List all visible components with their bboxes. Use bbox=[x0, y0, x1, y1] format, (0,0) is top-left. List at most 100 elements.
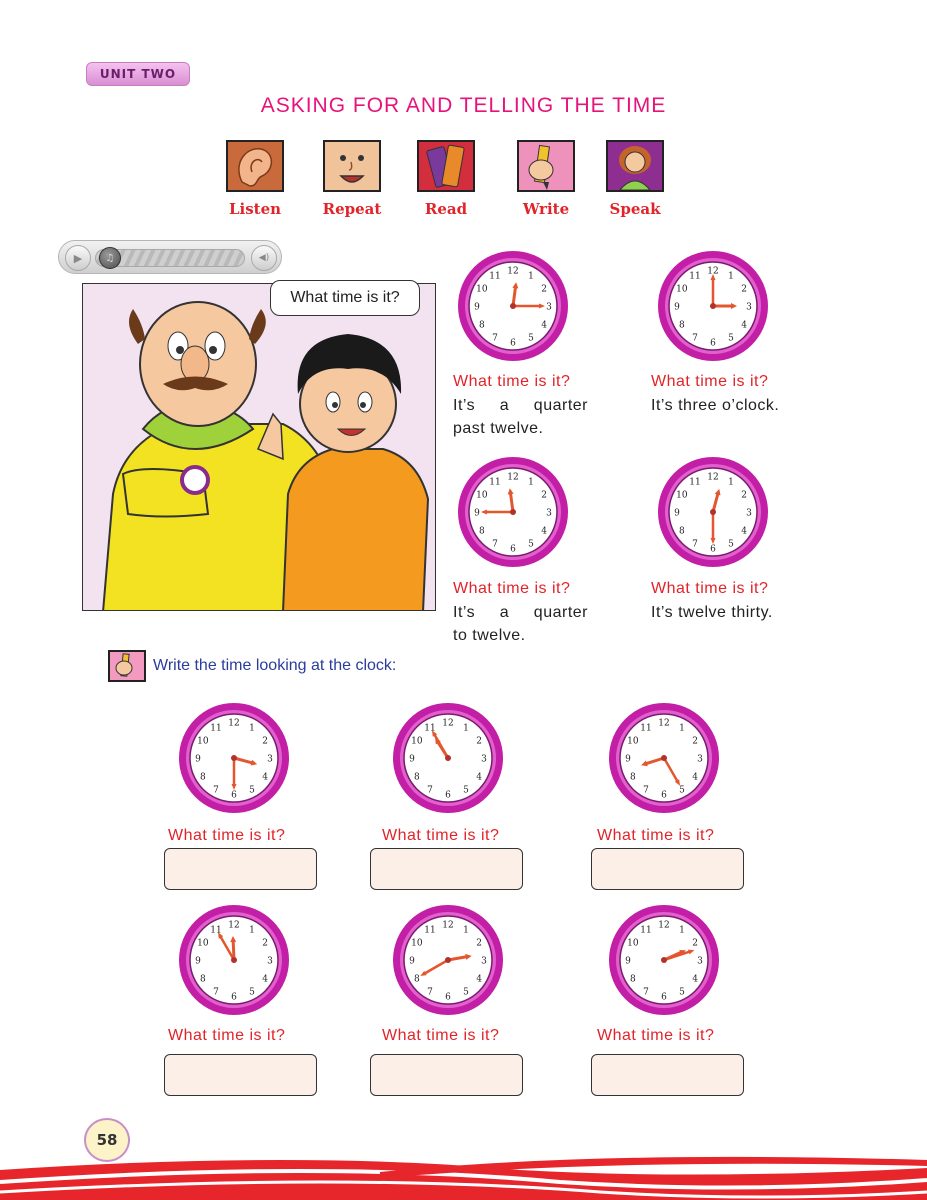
skill-speak: Speak bbox=[595, 140, 675, 218]
clock-numeral: 9 bbox=[625, 957, 631, 967]
clock-numeral: 3 bbox=[697, 755, 703, 765]
clock-numeral: 4 bbox=[262, 975, 268, 985]
exercise-question: What time is it? bbox=[168, 827, 286, 844]
clock-numeral: 5 bbox=[679, 786, 685, 796]
clock-numeral: 3 bbox=[546, 509, 552, 519]
clock-numeral: 3 bbox=[267, 957, 273, 967]
clock-center bbox=[661, 957, 667, 963]
clock-numeral: 6 bbox=[710, 339, 716, 349]
clock-numeral: 5 bbox=[463, 988, 469, 998]
exercise-clock-2: 1234567891011 12 bbox=[393, 703, 503, 813]
answer-box-5[interactable] bbox=[370, 1054, 523, 1096]
clock-numeral: 5 bbox=[528, 540, 534, 550]
clock-numeral: 9 bbox=[195, 957, 201, 967]
clock-numeral: 1 bbox=[463, 723, 469, 733]
clock-numeral: 3 bbox=[267, 755, 273, 765]
clock-numeral: 3 bbox=[481, 755, 487, 765]
talking-face-icon bbox=[323, 140, 381, 192]
clock-numeral: 5 bbox=[249, 988, 255, 998]
clock-numeral: 7 bbox=[213, 988, 219, 998]
clock-numeral: 6 bbox=[445, 993, 451, 1003]
clock-center bbox=[231, 957, 237, 963]
clock-numeral: 8 bbox=[630, 975, 636, 985]
clock-numeral: 9 bbox=[674, 303, 680, 313]
answer-box-2[interactable] bbox=[370, 848, 523, 890]
clock-numeral: 5 bbox=[679, 988, 685, 998]
answer-box-4[interactable] bbox=[164, 1054, 317, 1096]
volume-button[interactable]: ◀) bbox=[251, 245, 277, 271]
clock-numeral: 9 bbox=[474, 303, 480, 313]
clock-numeral: 1 bbox=[728, 271, 734, 281]
clock-numeral: 8 bbox=[479, 321, 485, 331]
example-clock-3: 1234567891011 12 bbox=[458, 457, 568, 567]
skill-label: Repeat bbox=[322, 200, 382, 218]
clock-center bbox=[510, 509, 516, 515]
books-icon bbox=[417, 140, 475, 192]
exercise-clock-3: 1234567891011 12 bbox=[609, 703, 719, 813]
clock-numeral: 2 bbox=[476, 737, 482, 747]
clock-numeral: 2 bbox=[262, 939, 268, 949]
music-note-icon: ♫ bbox=[105, 252, 115, 264]
clock-numeral: 1 bbox=[249, 925, 255, 935]
clock-numeral: 7 bbox=[427, 786, 433, 796]
play-button[interactable]: ▶ bbox=[65, 245, 91, 271]
skill-label: Write bbox=[522, 200, 570, 218]
clock-numeral: 10 bbox=[411, 939, 423, 949]
example-clock-2: 1234567891011 12 bbox=[658, 251, 768, 361]
clock-numeral: 11 bbox=[689, 271, 700, 281]
example-question: What time is it? bbox=[453, 373, 571, 390]
exercise-clock-4: 1234567891011 12 bbox=[179, 905, 289, 1015]
clock-numeral: 7 bbox=[692, 334, 698, 344]
clock-center bbox=[231, 755, 237, 761]
clock-numeral: 10 bbox=[676, 285, 688, 295]
audio-progress-knob[interactable]: ♫ bbox=[99, 247, 121, 269]
example-answer: It’s three o’clock. bbox=[651, 397, 780, 414]
clock-center bbox=[710, 303, 716, 309]
clock-numeral: 10 bbox=[627, 939, 639, 949]
clock-numeral: 8 bbox=[414, 773, 420, 783]
clock-numeral: 7 bbox=[427, 988, 433, 998]
clock-numeral: 10 bbox=[476, 285, 488, 295]
volume-icon: ◀) bbox=[258, 253, 270, 263]
exercise-question: What time is it? bbox=[382, 827, 500, 844]
ear-icon bbox=[226, 140, 284, 192]
clock-numeral: 12 bbox=[228, 719, 239, 729]
clock-numeral: 7 bbox=[213, 786, 219, 796]
clock-center bbox=[661, 755, 667, 761]
skill-label: Listen bbox=[228, 200, 282, 218]
clock-numeral: 9 bbox=[625, 755, 631, 765]
clock-numeral: 2 bbox=[692, 737, 698, 747]
clock-center bbox=[710, 509, 716, 515]
answer-box-1[interactable] bbox=[164, 848, 317, 890]
example-answer: It’s twelve thirty. bbox=[651, 604, 773, 621]
clock-numeral: 8 bbox=[679, 321, 685, 331]
clock-numeral: 6 bbox=[231, 993, 237, 1003]
clock-numeral: 10 bbox=[197, 737, 209, 747]
clock-numeral: 6 bbox=[510, 339, 516, 349]
clock-numeral: 8 bbox=[630, 773, 636, 783]
clock-numeral: 1 bbox=[528, 477, 534, 487]
answer-box-6[interactable] bbox=[591, 1054, 744, 1096]
skill-write: Write bbox=[506, 140, 586, 218]
clock-numeral: 2 bbox=[541, 491, 547, 501]
clock-numeral: 4 bbox=[262, 773, 268, 783]
clock-numeral: 9 bbox=[674, 509, 680, 519]
skill-read: Read bbox=[406, 140, 486, 218]
clock-numeral: 12 bbox=[228, 921, 239, 931]
clock-numeral: 12 bbox=[442, 719, 453, 729]
example-answer-cont: to twelve. bbox=[453, 627, 526, 644]
clock-numeral: 10 bbox=[676, 491, 688, 501]
clock-numeral: 8 bbox=[414, 975, 420, 985]
clock-numeral: 3 bbox=[746, 303, 752, 313]
clock-numeral: 11 bbox=[489, 271, 500, 281]
clock-numeral: 2 bbox=[741, 491, 747, 501]
clock-numeral: 3 bbox=[746, 509, 752, 519]
example-question: What time is it? bbox=[453, 580, 571, 597]
speech-bubble: What time is it? bbox=[270, 280, 420, 316]
clock-numeral: 1 bbox=[249, 723, 255, 733]
clock-numeral: 9 bbox=[195, 755, 201, 765]
clock-numeral: 8 bbox=[200, 773, 206, 783]
clock-numeral: 1 bbox=[728, 477, 734, 487]
clock-numeral: 8 bbox=[679, 527, 685, 537]
answer-box-3[interactable] bbox=[591, 848, 744, 890]
